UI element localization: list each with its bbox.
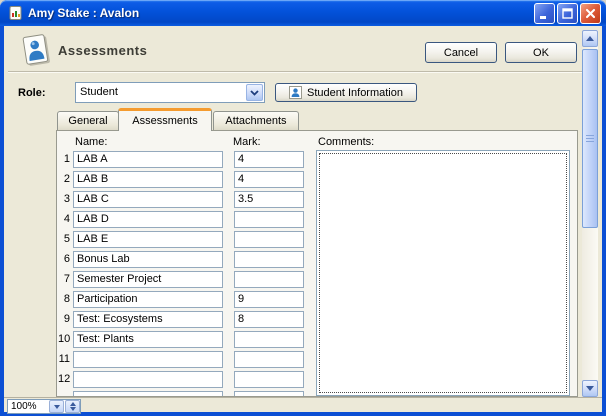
table-row: 11	[58, 351, 304, 371]
grid-rows: 1 LAB A 4 2 LAB B 4 3 LAB C 3.5 4 LAB D …	[58, 151, 304, 391]
column-header-name: Name:	[75, 136, 107, 148]
role-select[interactable]: Student	[75, 82, 265, 103]
close-icon	[584, 7, 597, 20]
name-field[interactable]: LAB D	[73, 211, 223, 228]
row-number: 5	[58, 231, 70, 248]
scroll-down-button[interactable]	[582, 380, 598, 397]
table-row: 7 Semester Project	[58, 271, 304, 291]
name-field[interactable]	[73, 391, 223, 397]
mark-field[interactable]: 8	[234, 311, 304, 328]
row-number: 2	[58, 171, 70, 188]
mark-field[interactable]	[234, 331, 304, 348]
maximize-icon	[561, 7, 574, 20]
chevron-down-icon[interactable]	[246, 84, 263, 101]
table-row: 4 LAB D	[58, 211, 304, 231]
comments-text[interactable]	[319, 153, 567, 393]
row-number: 1	[58, 151, 70, 168]
scrollbar-thumb[interactable]	[582, 49, 598, 228]
row-number: 3	[58, 191, 70, 208]
maximize-button[interactable]	[557, 3, 578, 24]
cancel-button[interactable]: Cancel	[425, 42, 497, 63]
role-select-value: Student	[76, 83, 245, 102]
row-number: 10	[58, 331, 70, 348]
column-header-comments: Comments:	[318, 136, 374, 148]
window-title: Amy Stake : Avalon	[28, 6, 532, 20]
scrollbar-grip-icon	[586, 135, 594, 143]
triangle-up-icon	[586, 36, 594, 41]
mark-field[interactable]	[234, 371, 304, 388]
minimize-button[interactable]	[534, 3, 555, 24]
close-button[interactable]	[580, 3, 601, 24]
name-field[interactable]: LAB B	[73, 171, 223, 188]
tab-attachments[interactable]: Attachments	[213, 111, 299, 130]
table-row: 8 Participation 9	[58, 291, 304, 311]
scroll-up-button[interactable]	[582, 30, 598, 47]
table-row: 12	[58, 371, 304, 391]
table-row: 5 LAB E	[58, 231, 304, 251]
table-row: 3 LAB C 3.5	[58, 191, 304, 211]
triangle-down-icon	[586, 386, 594, 391]
row-number: 7	[58, 271, 70, 288]
name-field[interactable]: LAB C	[73, 191, 223, 208]
form-scrollbar[interactable]	[582, 30, 598, 397]
page-title: Assessments	[58, 43, 147, 58]
name-field[interactable]: Participation	[73, 291, 223, 308]
ok-button[interactable]: OK	[505, 42, 577, 63]
table-row: 9 Test: Ecosystems 8	[58, 311, 304, 331]
role-label: Role:	[18, 87, 46, 99]
table-row-partial	[58, 391, 304, 397]
chevron-down-icon	[54, 405, 60, 409]
tab-panel: Name: Mark: Comments: 1 LAB A 4 2 LAB B …	[56, 130, 578, 397]
header-separator	[8, 71, 582, 73]
name-field[interactable]	[73, 351, 223, 368]
name-field[interactable]: LAB A	[73, 151, 223, 168]
statusbar: 100%	[4, 397, 602, 412]
name-field[interactable]: LAB E	[73, 231, 223, 248]
mark-field[interactable]	[234, 271, 304, 288]
row-number: 11	[58, 351, 70, 368]
comments-field[interactable]	[316, 150, 570, 396]
name-field[interactable]	[73, 371, 223, 388]
student-information-button[interactable]: Student Information	[275, 83, 417, 102]
zoom-value[interactable]: 100%	[8, 400, 48, 413]
mark-field[interactable]	[234, 391, 304, 397]
row-number: 4	[58, 211, 70, 228]
name-field[interactable]: Bonus Lab	[73, 251, 223, 268]
tab-assessments[interactable]: Assessments	[118, 108, 212, 131]
mark-field[interactable]: 4	[234, 151, 304, 168]
name-field[interactable]: Test: Plants	[73, 331, 223, 348]
table-row: 1 LAB A 4	[58, 151, 304, 171]
name-field[interactable]: Semester Project	[73, 271, 223, 288]
table-row: 10 Test: Plants	[58, 331, 304, 351]
person-icon	[289, 86, 302, 99]
row-number: 6	[58, 251, 70, 268]
assessments-person-card-icon	[16, 31, 54, 74]
mark-field[interactable]: 9	[234, 291, 304, 308]
mark-field[interactable]	[234, 211, 304, 228]
mark-field[interactable]	[234, 251, 304, 268]
zoom-control[interactable]: 100%	[7, 399, 81, 414]
zoom-dropdown-button[interactable]	[49, 400, 64, 413]
mark-field[interactable]: 3.5	[234, 191, 304, 208]
row-number: 12	[58, 371, 70, 388]
tab-general[interactable]: General	[57, 111, 119, 130]
dialog-body: Assessments Cancel OK Role: Student Stud…	[4, 26, 602, 397]
row-number: 8	[58, 291, 70, 308]
mark-field[interactable]: 4	[234, 171, 304, 188]
name-field[interactable]: Test: Ecosystems	[73, 311, 223, 328]
titlebar[interactable]: Amy Stake : Avalon	[0, 0, 606, 26]
spinner-up-icon	[70, 402, 76, 406]
table-row: 2 LAB B 4	[58, 171, 304, 191]
row-number: 9	[58, 311, 70, 328]
app-icon	[8, 5, 24, 21]
zoom-spinner[interactable]	[65, 400, 80, 413]
minimize-icon	[538, 7, 551, 20]
column-header-mark: Mark:	[233, 136, 261, 148]
student-information-label: Student Information	[307, 87, 403, 99]
spinner-down-icon	[70, 407, 76, 411]
mark-field[interactable]	[234, 351, 304, 368]
dialog-window: Amy Stake : Avalon	[0, 0, 606, 416]
table-row: 6 Bonus Lab	[58, 251, 304, 271]
mark-field[interactable]	[234, 231, 304, 248]
